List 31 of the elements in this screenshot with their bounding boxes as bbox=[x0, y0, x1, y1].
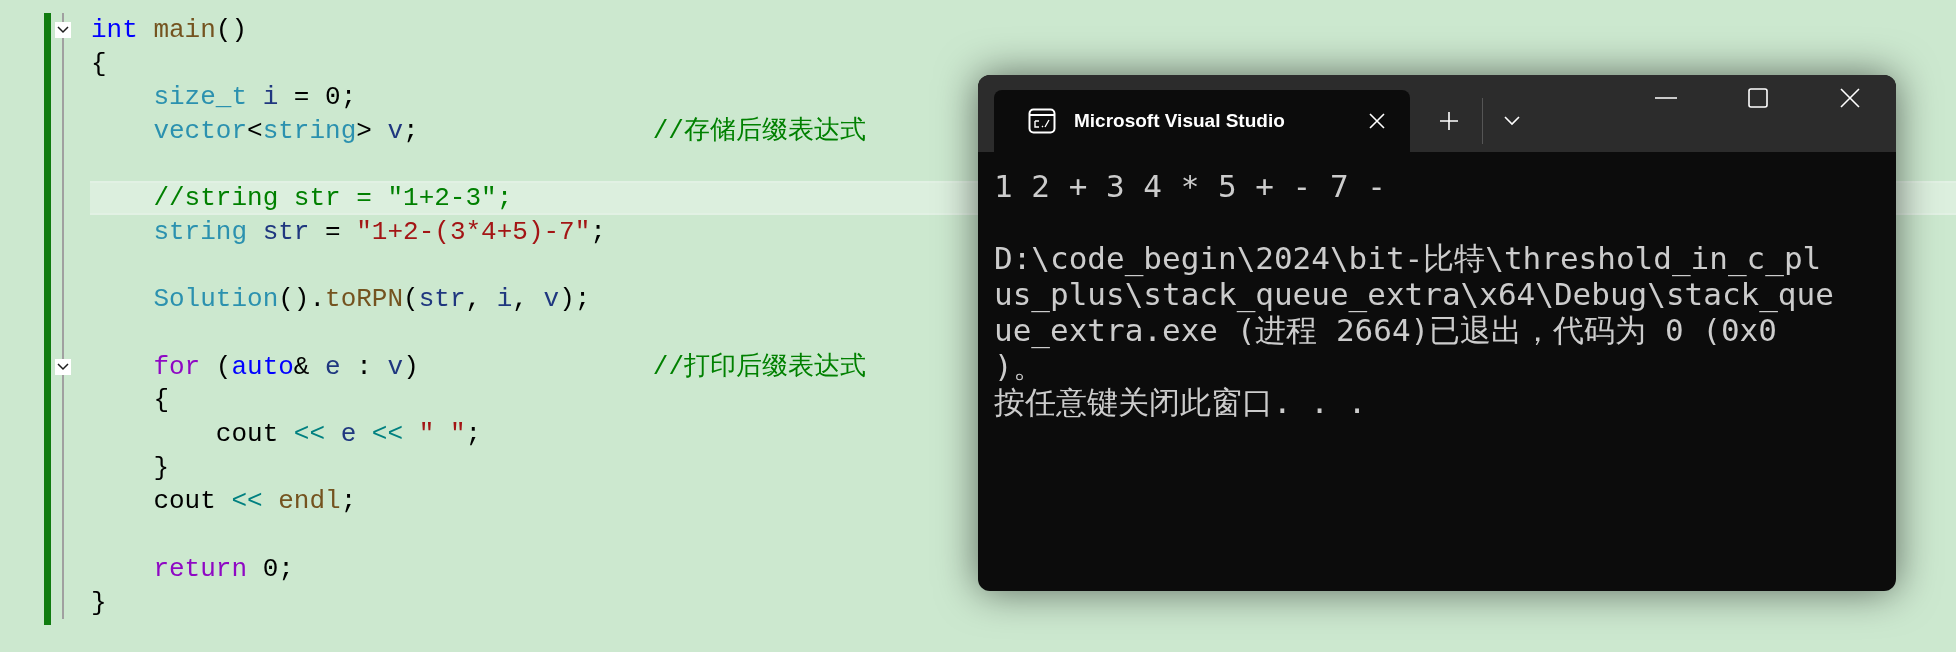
code-line: return 0; bbox=[152, 555, 294, 582]
close-icon bbox=[1368, 112, 1386, 130]
console-output-line: D:\code_begin\2024\bit-比特\threshold_in_c_pl bbox=[994, 239, 1822, 276]
console-output-line: 1 2 + 3 4 * 5 + - 7 - bbox=[994, 168, 1386, 204]
minimize-icon bbox=[1655, 96, 1677, 99]
console-tab[interactable]: Microsoft Visual Studio bbox=[994, 90, 1410, 152]
code-line: int main() bbox=[91, 16, 248, 43]
fold-toggle-icon[interactable] bbox=[55, 358, 71, 375]
console-output-line: 按任意键关闭此窗口. . . bbox=[994, 384, 1367, 420]
code-line: Solution().toRPN(str, i, v); bbox=[152, 286, 591, 313]
console-output-line: us_plus\stack_queue_extra\x64\Debug\stack_que bbox=[994, 276, 1834, 312]
fold-toggle-icon[interactable] bbox=[55, 22, 71, 38]
code-line: for (auto& e : v) //打印后缀表达式 bbox=[152, 353, 866, 380]
code-line: { bbox=[91, 50, 107, 77]
code-line: } bbox=[91, 589, 107, 616]
code-line: //string str = "1+2-3"; bbox=[152, 185, 513, 212]
console-output-line: ue_extra.exe (进程 2664)已退出，代码为 0 (0x0 bbox=[994, 312, 1777, 348]
chevron-down-icon bbox=[1504, 116, 1520, 126]
console-icon bbox=[1028, 108, 1056, 134]
close-icon bbox=[1840, 87, 1860, 108]
code-line: { bbox=[152, 387, 169, 414]
code-line: size_t i = 0; bbox=[152, 84, 357, 111]
maximize-icon bbox=[1748, 87, 1768, 108]
code-line: cout << endl; bbox=[152, 488, 357, 515]
code-line: cout << e << " "; bbox=[214, 421, 482, 448]
code-line: string str = "1+2-(3*4+5)-7"; bbox=[152, 218, 606, 245]
console-output-line: )。 bbox=[994, 348, 1044, 384]
code-line: vector<string> v; //存储后缀表达式 bbox=[152, 117, 866, 144]
plus-icon bbox=[1439, 111, 1459, 131]
tab-title: Microsoft Visual Studio bbox=[1074, 108, 1285, 133]
code-line: } bbox=[152, 454, 169, 481]
